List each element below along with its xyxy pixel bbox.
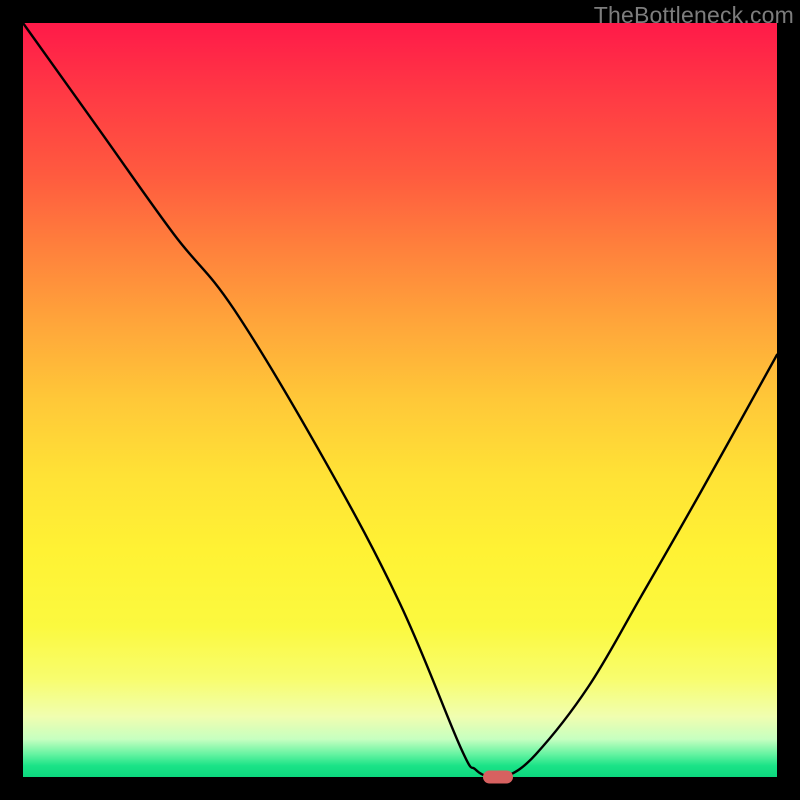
watermark-text: TheBottleneck.com — [594, 2, 794, 29]
chart-frame: TheBottleneck.com — [0, 0, 800, 800]
optimal-marker — [483, 771, 513, 784]
bottleneck-curve — [23, 23, 777, 777]
plot-area — [23, 23, 777, 777]
